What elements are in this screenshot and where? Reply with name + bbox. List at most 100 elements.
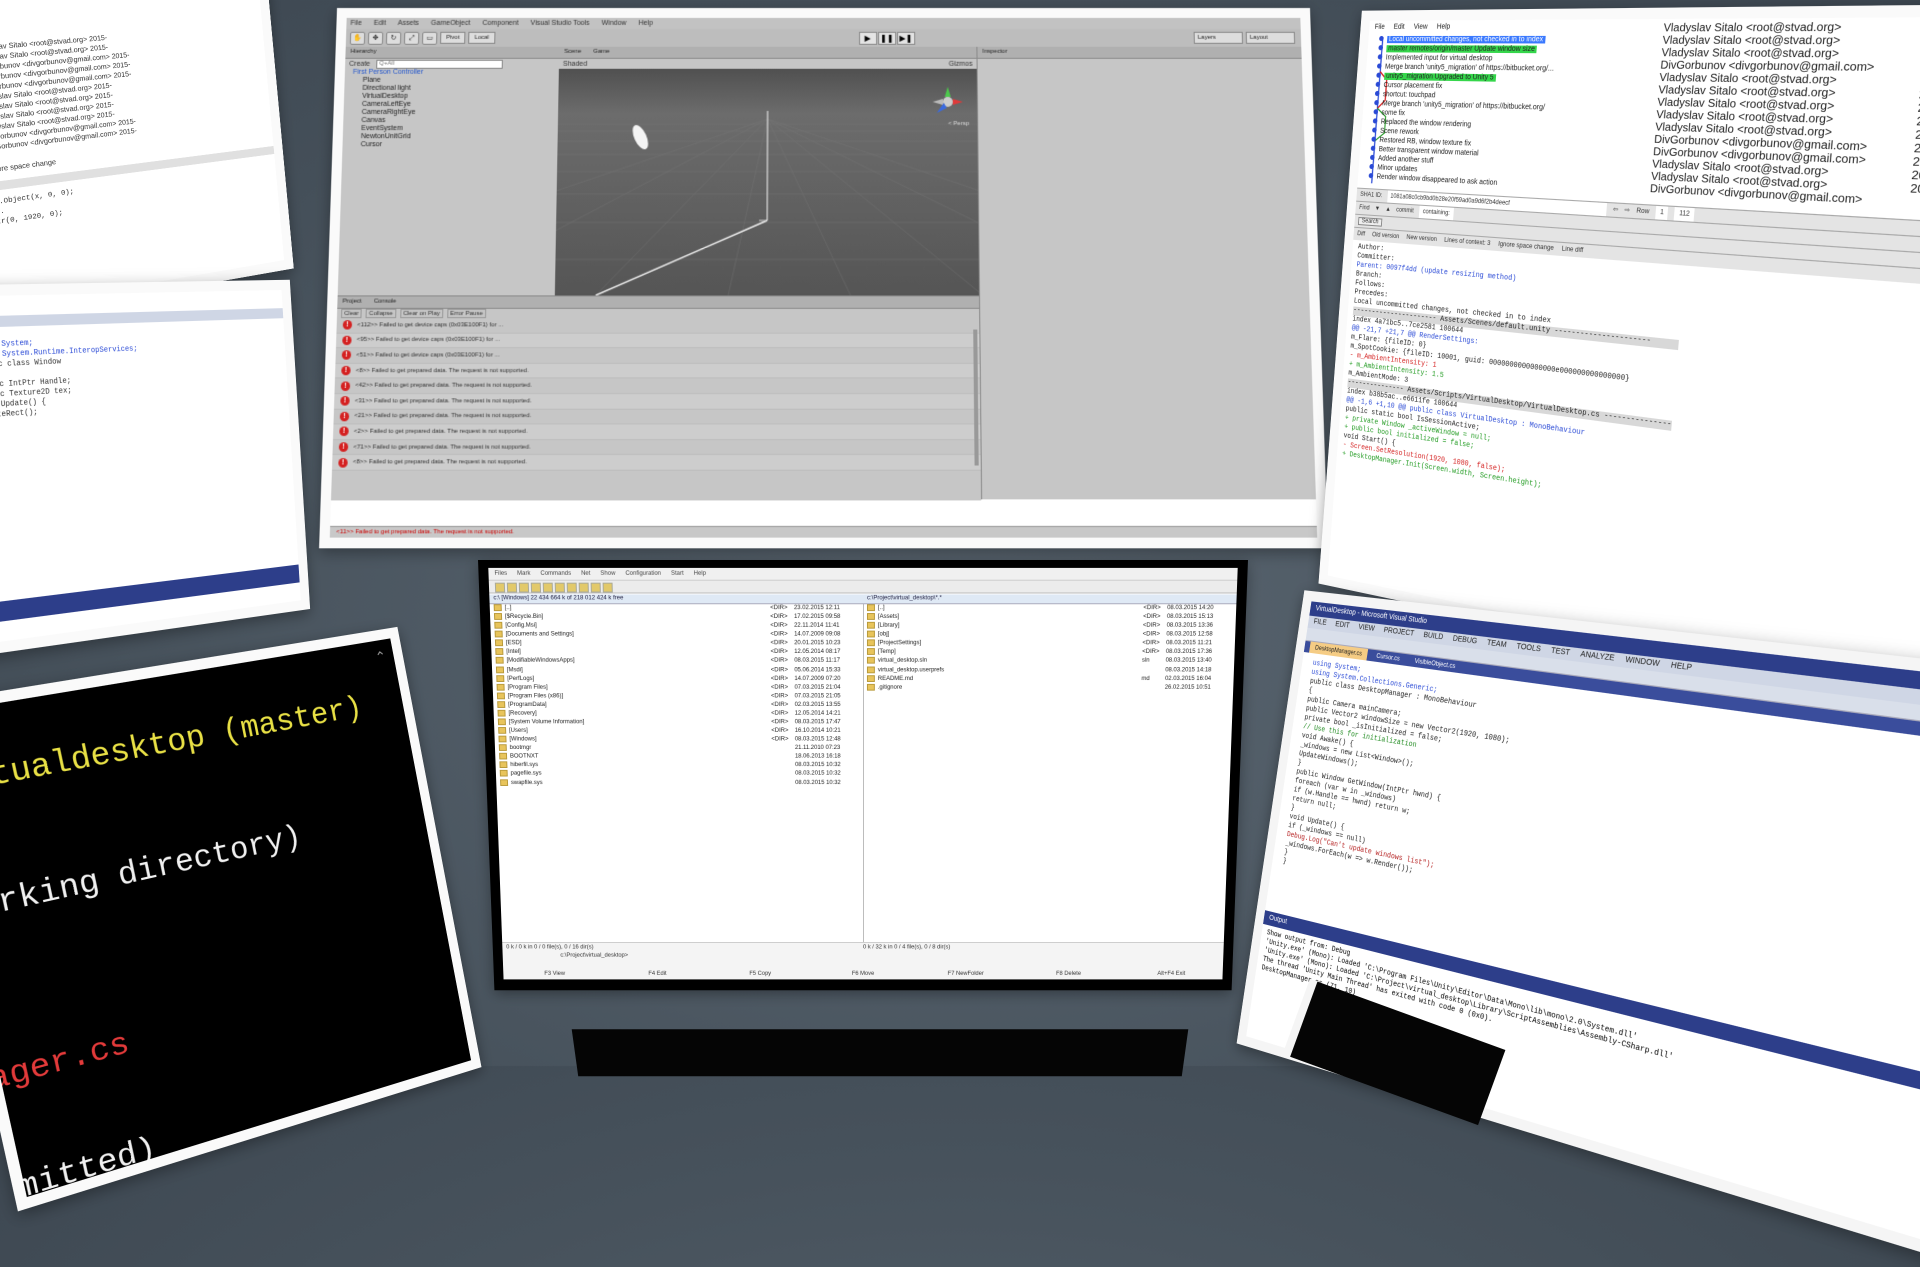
file-row[interactable]: README.mdmd02.03.2015 16:04 bbox=[863, 675, 1234, 684]
pause-button[interactable]: ❚❚ bbox=[878, 31, 896, 44]
tab-scene[interactable]: Scene bbox=[564, 47, 581, 58]
menu-item[interactable]: Mark bbox=[517, 568, 531, 580]
hierarchy-item[interactable]: First Person Controller bbox=[345, 69, 559, 77]
file-row[interactable]: [PerfLogs]<DIR>14.07.2009 07:20 bbox=[492, 675, 863, 684]
console-toolbar-button[interactable]: Clear on Play bbox=[400, 309, 443, 318]
menu-item[interactable]: FILE bbox=[1313, 616, 1328, 630]
full-view-icon[interactable] bbox=[519, 583, 529, 593]
menu-item[interactable]: BUILD bbox=[1422, 629, 1444, 644]
hierarchy-tab[interactable]: Hierarchy bbox=[345, 47, 559, 59]
file-row[interactable]: BOOTNXT18.06.2013 16:18 bbox=[495, 753, 863, 762]
menu-item[interactable]: Help bbox=[638, 18, 653, 29]
tab-console[interactable]: Console bbox=[374, 296, 397, 307]
file-row[interactable]: .gitignore26.02.2015 10:51 bbox=[863, 684, 1233, 693]
copy-icon[interactable] bbox=[543, 583, 553, 593]
find-type[interactable]: commit bbox=[1396, 204, 1414, 217]
console-row[interactable]: !<112>> Failed to get device caps (0x03E… bbox=[336, 318, 979, 333]
find-down-icon[interactable]: ▼ bbox=[1374, 203, 1380, 216]
rotate-tool-icon[interactable]: ↻ bbox=[386, 31, 401, 44]
function-key-button[interactable]: F3 View bbox=[503, 971, 606, 976]
diff-option[interactable]: Diff bbox=[1357, 228, 1366, 241]
function-key-button[interactable]: F6 Move bbox=[812, 971, 915, 976]
console-row[interactable]: !<2>> Failed to get prepared data. The r… bbox=[333, 425, 981, 440]
pivot-toggle[interactable]: Pivot bbox=[440, 32, 466, 44]
file-row[interactable]: swapfile.sys08.03.2015 10:32 bbox=[496, 779, 863, 788]
file-row[interactable]: [System Volume Information]<DIR>08.03.20… bbox=[494, 718, 863, 727]
menu-item[interactable]: VIEW bbox=[1357, 622, 1375, 636]
menu-item[interactable]: Files bbox=[494, 568, 507, 580]
console-toolbar-button[interactable]: Clear bbox=[341, 309, 362, 318]
create-button[interactable]: Create bbox=[349, 59, 370, 68]
console-row[interactable]: !<21>> Failed to get prepared data. The … bbox=[333, 409, 980, 424]
function-key-button[interactable]: F8 Delete bbox=[1017, 971, 1120, 976]
refresh-icon[interactable] bbox=[495, 583, 505, 593]
menu-item[interactable]: HELP bbox=[1670, 659, 1693, 676]
hierarchy-item[interactable]: Plane bbox=[345, 77, 559, 85]
menu-item[interactable]: Configuration bbox=[625, 568, 661, 580]
file-row[interactable]: [Program Files (x86)]<DIR>07.03.2015 21:… bbox=[493, 692, 863, 701]
forward-arrow-icon[interactable]: ⇨ bbox=[1624, 204, 1630, 218]
scale-tool-icon[interactable]: ⤢ bbox=[404, 31, 419, 44]
ftp-icon[interactable] bbox=[591, 583, 601, 593]
hierarchy-item[interactable]: Cursor bbox=[342, 141, 557, 149]
left-path[interactable]: c:\ [Windows] 22 434 664 k of 218 012 42… bbox=[489, 594, 863, 604]
brief-view-icon[interactable] bbox=[507, 583, 517, 593]
right-path[interactable]: c:\Project\virtual_desktop\*.* bbox=[863, 594, 1237, 604]
commit-row[interactable]: Render window disappeared to ask action bbox=[1368, 172, 1497, 188]
console-row[interactable]: !<8>> Failed to get prepared data. The r… bbox=[332, 455, 981, 470]
file-row[interactable]: [..]<DIR>23.02.2015 12:11 bbox=[490, 604, 863, 613]
file-row[interactable]: [ESD]<DIR>20.01.2015 10:23 bbox=[491, 640, 863, 649]
function-key-button[interactable]: F4 Edit bbox=[606, 971, 709, 976]
menu-item[interactable]: GameObject bbox=[431, 18, 471, 29]
left-middle-editor-window[interactable]: using System;using System.Runtime.Intero… bbox=[0, 280, 310, 657]
back-arrow-icon[interactable]: ⇦ bbox=[1612, 203, 1618, 217]
file-row[interactable]: [Assets]<DIR>08.03.2015 15:13 bbox=[863, 613, 1236, 622]
console-row[interactable]: !<95>> Failed to get device caps (0x03E1… bbox=[336, 333, 980, 348]
menu-item[interactable]: Window bbox=[601, 18, 626, 29]
scene-viewport[interactable]: < Persp bbox=[555, 69, 979, 296]
diff-option[interactable]: Old version bbox=[1372, 229, 1400, 243]
gizmos-dropdown[interactable]: Gizmos bbox=[949, 59, 973, 68]
function-key-button[interactable]: Alt+F4 Exit bbox=[1120, 971, 1223, 976]
file-row[interactable]: [Recovery]<DIR>12.05.2014 14:21 bbox=[494, 710, 863, 719]
visual-studio-window[interactable]: VirtualDesktop - Microsoft Visual Studio… bbox=[1237, 590, 1920, 1267]
file-row[interactable]: virtual_desktop.slnsln08.03.2015 13:40 bbox=[863, 657, 1234, 666]
tab-project[interactable]: Project bbox=[342, 296, 361, 307]
file-row[interactable]: [Users]<DIR>16.10.2014 10:21 bbox=[494, 727, 863, 736]
file-manager-window[interactable]: FilesMarkCommandsNetShowConfigurationSta… bbox=[478, 560, 1248, 990]
file-row[interactable]: [ModifiableWindowsApps]<DIR>08.03.2015 1… bbox=[492, 657, 863, 666]
file-row[interactable]: [Documents and Settings]<DIR>14.07.2009 … bbox=[491, 631, 863, 640]
persp-label[interactable]: < Persp bbox=[948, 121, 969, 127]
console-row[interactable]: !<71>> Failed to get prepared data. The … bbox=[332, 440, 980, 455]
layout-dropdown[interactable]: Layout bbox=[1246, 32, 1295, 44]
notepad-icon[interactable] bbox=[603, 583, 613, 593]
file-row[interactable]: [obj]<DIR>08.03.2015 12:58 bbox=[863, 631, 1235, 640]
menu-item[interactable]: Help bbox=[694, 568, 707, 580]
menu-item[interactable]: View bbox=[1413, 24, 1427, 31]
menu-item[interactable]: TEST bbox=[1550, 645, 1571, 661]
file-row[interactable]: [Config.Msi]<DIR>22.11.2014 11:41 bbox=[490, 622, 863, 631]
function-key-button[interactable]: F5 Copy bbox=[709, 971, 812, 976]
unpack-icon[interactable] bbox=[567, 583, 577, 593]
menu-item[interactable]: Visual Studio Tools bbox=[530, 18, 589, 29]
hierarchy-item[interactable]: EventSystem bbox=[343, 125, 558, 133]
hierarchy-item[interactable]: Directional light bbox=[344, 85, 558, 93]
menu-item[interactable]: Help bbox=[1436, 23, 1450, 30]
file-row[interactable]: [Intel]<DIR>12.05.2014 08:17 bbox=[491, 648, 863, 657]
search-icon[interactable] bbox=[579, 583, 589, 593]
menu-item[interactable]: Assets bbox=[398, 18, 419, 29]
console-toolbar-button[interactable]: Collapse bbox=[366, 309, 396, 318]
pack-icon[interactable] bbox=[555, 583, 565, 593]
terminal-scroll-up-icon[interactable]: ⌃ bbox=[374, 648, 388, 667]
file-row[interactable]: [Windows]<DIR>08.03.2015 12:48 bbox=[495, 736, 863, 745]
menu-item[interactable]: Commands bbox=[540, 568, 571, 580]
file-row[interactable]: bootmgr21.11.2010 07:23 bbox=[495, 744, 863, 753]
menu-item[interactable]: Start bbox=[671, 568, 684, 580]
search-button[interactable]: Search bbox=[1358, 217, 1382, 227]
function-key-button[interactable]: F7 NewFolder bbox=[914, 971, 1017, 976]
menu-item[interactable]: Component bbox=[482, 18, 518, 29]
tab-inspector[interactable]: Inspector bbox=[977, 47, 1304, 59]
rect-tool-icon[interactable]: ▭ bbox=[422, 31, 437, 44]
row-value[interactable]: 1 bbox=[1655, 206, 1669, 220]
hierarchy-item[interactable]: VirtualDesktop bbox=[344, 93, 558, 101]
